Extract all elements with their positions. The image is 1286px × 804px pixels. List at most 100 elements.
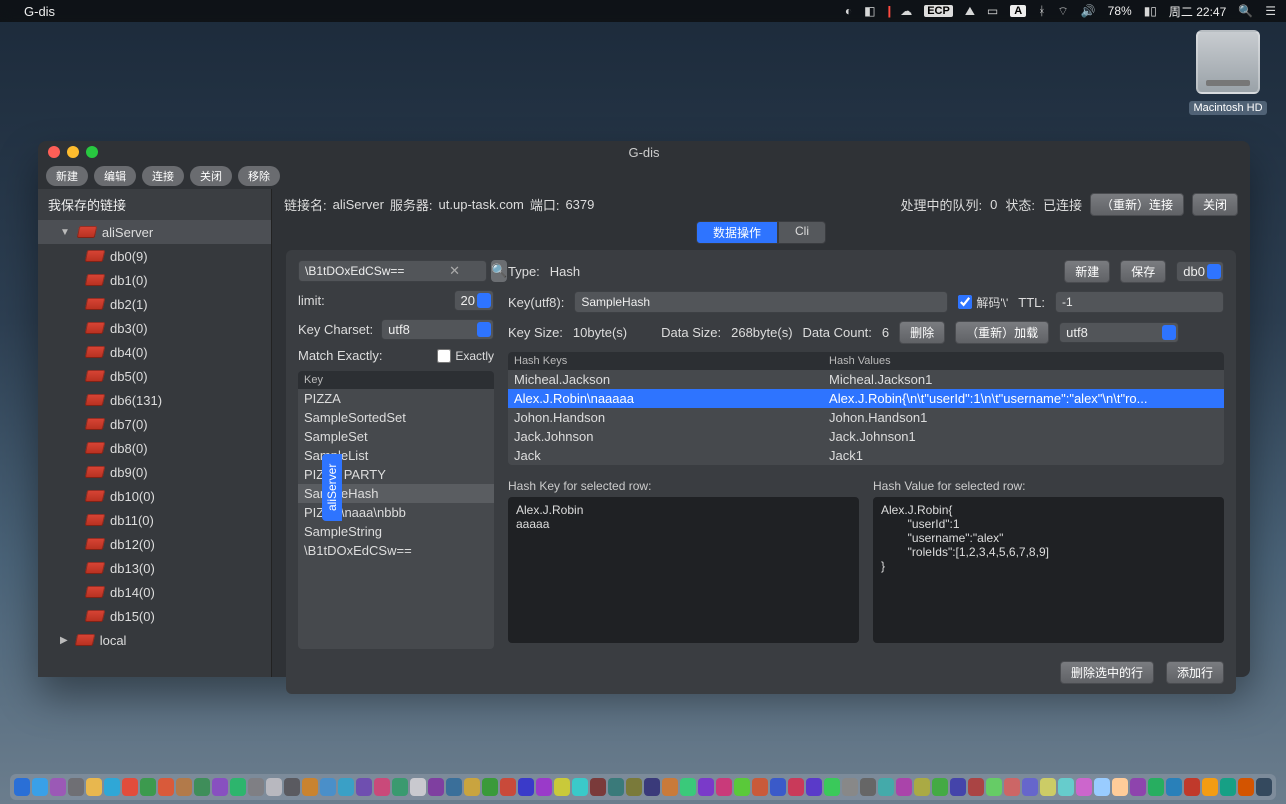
dock-app-icon[interactable] xyxy=(1130,778,1146,796)
dock-app-icon[interactable] xyxy=(140,778,156,796)
key-item[interactable]: SampleString xyxy=(298,522,494,541)
reload-button[interactable]: （重新）加载 xyxy=(955,321,1049,344)
dock-app-icon[interactable] xyxy=(806,778,822,796)
hash-row[interactable]: Micheal.JacksonMicheal.Jackson1 xyxy=(508,370,1224,389)
dock-app-icon[interactable] xyxy=(230,778,246,796)
wifi-icon[interactable]: ⌔ xyxy=(1057,4,1068,19)
bluetooth-icon[interactable]: ᚼ xyxy=(1038,4,1045,18)
pause-icon[interactable]: || xyxy=(887,4,888,18)
dock-app-icon[interactable] xyxy=(1184,778,1200,796)
connect-button[interactable]: 连接 xyxy=(142,166,184,186)
dock-app-icon[interactable] xyxy=(554,778,570,796)
dock-app-icon[interactable] xyxy=(320,778,336,796)
limit-select[interactable]: 20 xyxy=(454,290,494,311)
dock-app-icon[interactable] xyxy=(122,778,138,796)
hash-table[interactable]: Hash Keys Hash Values Micheal.JacksonMic… xyxy=(508,352,1224,465)
encoding-select[interactable]: utf8 xyxy=(1059,322,1179,343)
dock-app-icon[interactable] xyxy=(1166,778,1182,796)
sidebar-db-item[interactable]: db15(0) xyxy=(38,604,271,628)
dock-app-icon[interactable] xyxy=(482,778,498,796)
close-conn-button[interactable]: 关闭 xyxy=(190,166,232,186)
dock-app-icon[interactable] xyxy=(194,778,210,796)
sidebar-db-item[interactable]: db7(0) xyxy=(38,412,271,436)
dock-app-icon[interactable] xyxy=(284,778,300,796)
sidebar-db-item[interactable]: db0(9) xyxy=(38,244,271,268)
dock-app-icon[interactable] xyxy=(1148,778,1164,796)
hash-row[interactable]: JackJack1 xyxy=(508,446,1224,465)
dock-app-icon[interactable] xyxy=(860,778,876,796)
dock-app-icon[interactable] xyxy=(662,778,678,796)
spotlight-icon[interactable]: 🔍 xyxy=(1238,4,1253,18)
delete-button[interactable]: 删除 xyxy=(899,321,945,344)
delete-row-button[interactable]: 删除选中的行 xyxy=(1060,661,1154,684)
sidebar-db-item[interactable]: db13(0) xyxy=(38,556,271,580)
dock-app-icon[interactable] xyxy=(248,778,264,796)
dock-app-icon[interactable] xyxy=(734,778,750,796)
menu-extra-icon[interactable]: ⛰ xyxy=(965,4,975,19)
sidebar-db-item[interactable]: db12(0) xyxy=(38,532,271,556)
key-item[interactable]: SampleSortedSet xyxy=(298,408,494,427)
control-center-icon[interactable]: ☰ xyxy=(1265,4,1276,18)
ecp-badge[interactable]: ECP xyxy=(924,5,953,17)
dock-app-icon[interactable] xyxy=(1004,778,1020,796)
hash-row[interactable]: Jack.JohnsonJack.Johnson1 xyxy=(508,427,1224,446)
charset-select[interactable]: utf8 xyxy=(381,319,494,340)
hash-row[interactable]: Alex.J.Robin\naaaaaAlex.J.Robin{\n\t"use… xyxy=(508,389,1224,408)
wechat-icon[interactable]: ☁ xyxy=(900,4,912,18)
close-button[interactable]: 关闭 xyxy=(1192,193,1238,216)
dock-app-icon[interactable] xyxy=(104,778,120,796)
dock-app-icon[interactable] xyxy=(428,778,444,796)
hash-row[interactable]: Johon.HandsonJohon.Handson1 xyxy=(508,408,1224,427)
dock-app-icon[interactable] xyxy=(968,778,984,796)
window-titlebar[interactable]: G-dis xyxy=(38,141,1250,163)
dock-app-icon[interactable] xyxy=(50,778,66,796)
dock-app-icon[interactable] xyxy=(878,778,894,796)
dock-app-icon[interactable] xyxy=(518,778,534,796)
dock-app-icon[interactable] xyxy=(158,778,174,796)
menubar-clock[interactable]: 周二 22:47 xyxy=(1169,3,1226,20)
dock-app-icon[interactable] xyxy=(1022,778,1038,796)
sidebar-db-item[interactable]: db4(0) xyxy=(38,340,271,364)
sidebar-server-item[interactable]: ▼aliServer xyxy=(38,220,271,244)
dock-app-icon[interactable] xyxy=(212,778,228,796)
dock-app-icon[interactable] xyxy=(770,778,786,796)
dock-app-icon[interactable] xyxy=(1076,778,1092,796)
decode-checkbox[interactable]: 解码'\' xyxy=(958,294,1008,311)
menubar-app-name[interactable]: G-dis xyxy=(24,4,55,19)
dock-app-icon[interactable] xyxy=(374,778,390,796)
sel-val-box[interactable]: Alex.J.Robin{ "userId":1 "username":"ale… xyxy=(873,497,1224,643)
dock-app-icon[interactable] xyxy=(842,778,858,796)
vertical-tab[interactable]: aliServer xyxy=(322,454,342,521)
key-input[interactable] xyxy=(574,291,948,313)
ttl-input[interactable] xyxy=(1055,291,1224,313)
input-source-icon[interactable]: A xyxy=(1010,5,1026,17)
dock-app-icon[interactable] xyxy=(1094,778,1110,796)
key-item[interactable]: \B1tDOxEdCSw== xyxy=(298,541,494,560)
dock-app-icon[interactable] xyxy=(32,778,48,796)
sidebar-db-item[interactable]: db5(0) xyxy=(38,364,271,388)
dock-app-icon[interactable] xyxy=(788,778,804,796)
sidebar-server-item[interactable]: ▶local xyxy=(38,628,271,652)
remove-button[interactable]: 移除 xyxy=(238,166,280,186)
dock-app-icon[interactable] xyxy=(1112,778,1128,796)
dock-app-icon[interactable] xyxy=(824,778,840,796)
dock-app-icon[interactable] xyxy=(626,778,642,796)
add-row-button[interactable]: 添加行 xyxy=(1166,661,1224,684)
window-close-button[interactable] xyxy=(48,146,60,158)
menu-extra-icon[interactable]: ◧ xyxy=(864,4,875,18)
dock-app-icon[interactable] xyxy=(176,778,192,796)
dock-app-icon[interactable] xyxy=(1238,778,1254,796)
dock-app-icon[interactable] xyxy=(500,778,516,796)
dock-app-icon[interactable] xyxy=(302,778,318,796)
reconnect-button[interactable]: （重新）连接 xyxy=(1090,193,1184,216)
dock-app-icon[interactable] xyxy=(1220,778,1236,796)
dock-app-icon[interactable] xyxy=(644,778,660,796)
dock-app-icon[interactable] xyxy=(572,778,588,796)
edit-button[interactable]: 编辑 xyxy=(94,166,136,186)
volume-icon[interactable]: 🔊 xyxy=(1081,4,1096,18)
sidebar-db-item[interactable]: db1(0) xyxy=(38,268,271,292)
key-item[interactable]: SampleSet xyxy=(298,427,494,446)
dock-app-icon[interactable] xyxy=(1256,778,1272,796)
dock-app-icon[interactable] xyxy=(1040,778,1056,796)
dock-app-icon[interactable] xyxy=(716,778,732,796)
